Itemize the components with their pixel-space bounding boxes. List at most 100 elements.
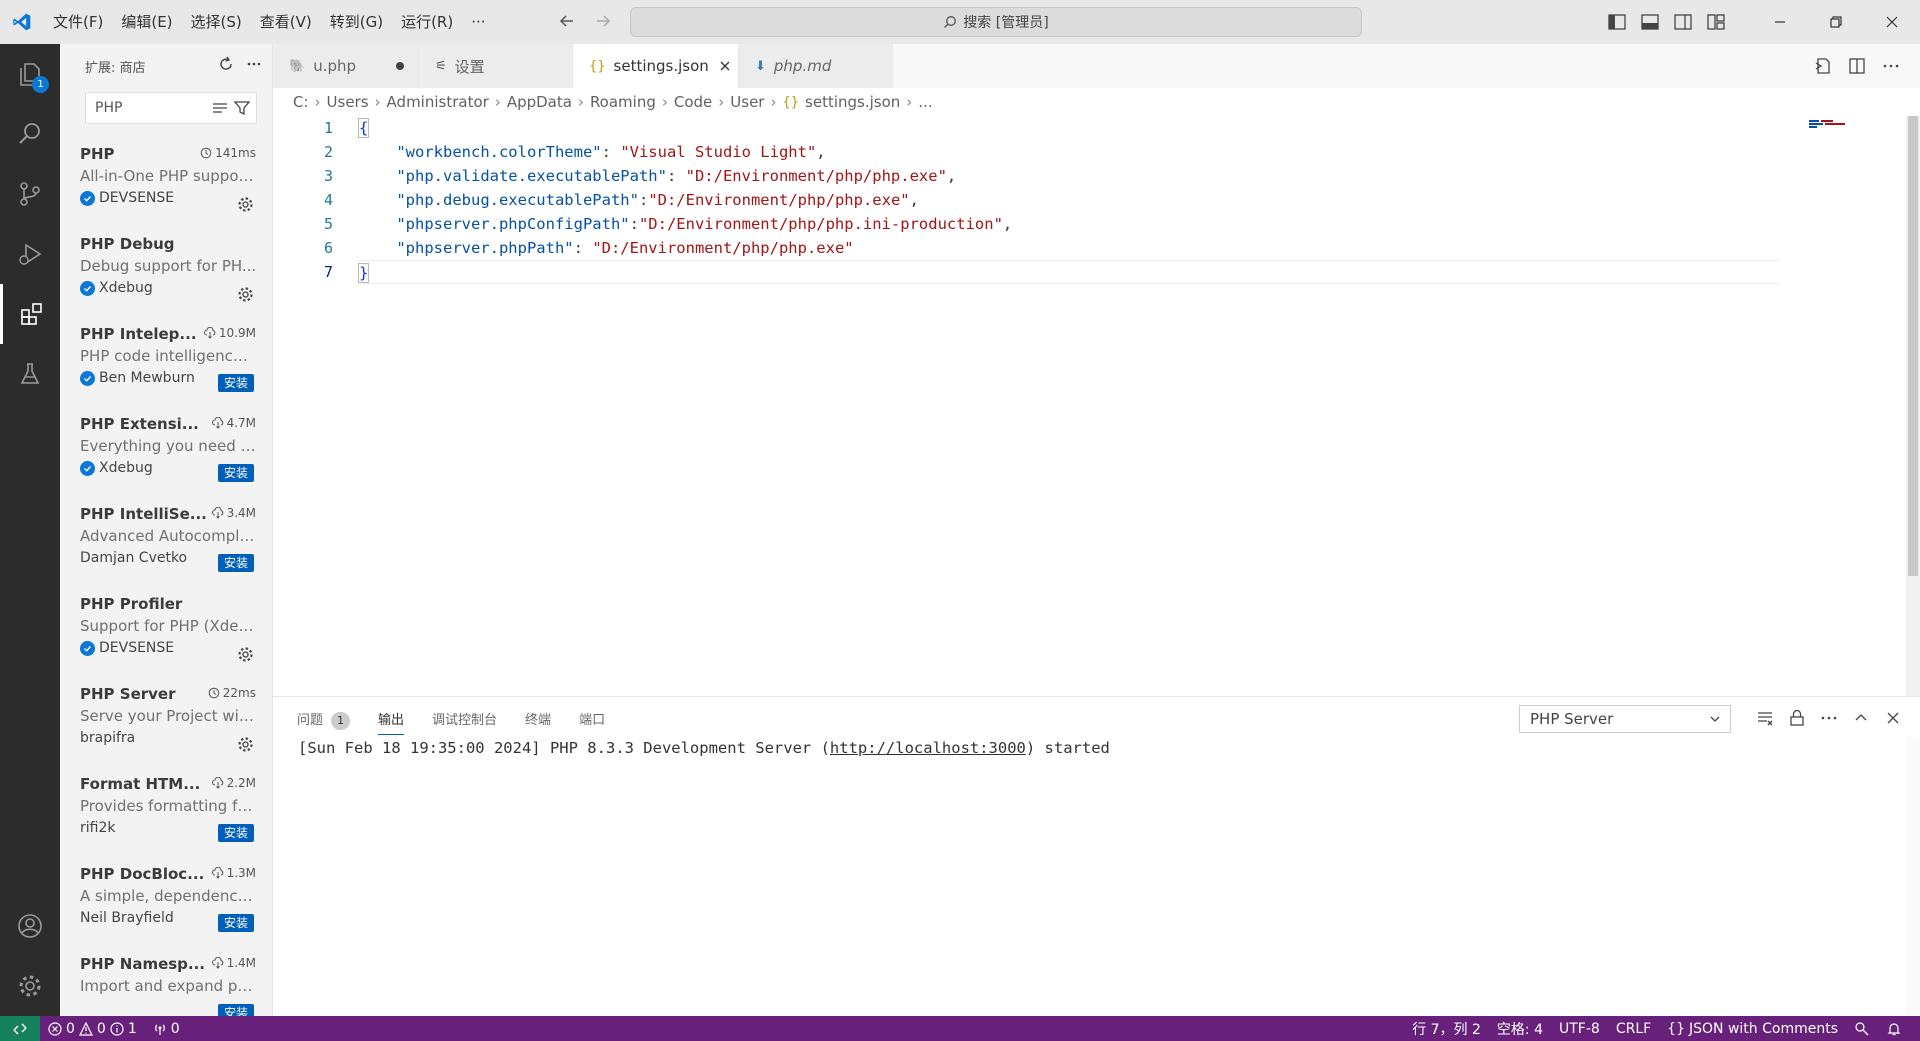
list-item[interactable]: PHP Profiler Support for PHP (Xdeb... DEVS…: [60, 590, 272, 680]
toggle-panel-icon[interactable]: [1633, 0, 1666, 44]
split-editor-icon[interactable]: [1848, 57, 1866, 75]
tab-php-md[interactable]: ⬇ php.md: [739, 44, 893, 88]
tab-ports[interactable]: 端口: [579, 707, 605, 735]
code-line[interactable]: "phpserver.phpPath": "D:/Environment/php…: [359, 236, 1779, 260]
breadcrumb-item[interactable]: AppData: [507, 93, 572, 111]
restore-icon[interactable]: [1808, 0, 1864, 44]
clear-output-icon[interactable]: [1756, 709, 1774, 727]
tab-output[interactable]: 输出: [378, 707, 405, 735]
tab-u-php[interactable]: 🐘 u.php: [273, 44, 419, 88]
breadcrumb-item[interactable]: settings.json: [805, 93, 900, 111]
maximize-panel-icon[interactable]: [1852, 709, 1870, 727]
problems-status[interactable]: 0 0 1: [40, 1016, 145, 1041]
list-item[interactable]: PHP Debug Debug support for PH... Xdebug: [60, 230, 272, 320]
tab-settings-json[interactable]: {} settings.json: [573, 44, 739, 88]
ports-status[interactable]: 0: [145, 1016, 188, 1041]
accounts-icon[interactable]: [0, 896, 60, 956]
code-line[interactable]: "phpserver.phpConfigPath":"D:/Environmen…: [359, 212, 1779, 236]
close-window-icon[interactable]: [1864, 0, 1920, 44]
extensions-icon[interactable]: [0, 284, 60, 344]
close-panel-icon[interactable]: [1884, 709, 1902, 727]
clear-results-icon[interactable]: [212, 100, 228, 116]
unsaved-dot-icon[interactable]: [396, 62, 404, 70]
output-link[interactable]: http://localhost:3000: [830, 739, 1026, 757]
filter-icon[interactable]: [234, 100, 250, 116]
notifications-bell-icon[interactable]: [1878, 1016, 1910, 1041]
more-editor-actions-icon[interactable]: [1882, 57, 1900, 75]
toggle-secondary-sidebar-icon[interactable]: [1666, 0, 1699, 44]
extension-search-input[interactable]: PHP: [85, 92, 257, 124]
list-item[interactable]: PHP 141ms All-in-One PHP suppor... DEVSENSE: [60, 140, 272, 230]
code-line[interactable]: "php.debug.executablePath":"D:/Environme…: [359, 188, 1779, 212]
list-item[interactable]: PHP Intelep... 10.9M PHP code intelligence…: [60, 320, 272, 410]
output-text[interactable]: [Sun Feb 18 19:35:00 2024] PHP 8.3.3 Dev…: [298, 739, 1110, 757]
install-button[interactable]: 安装: [217, 464, 254, 482]
list-item[interactable]: PHP IntelliSe... 3.4M Advanced Autocomple.…: [60, 500, 272, 590]
breadcrumb-item[interactable]: ...: [918, 93, 932, 111]
manage-extension-gear-icon[interactable]: [237, 736, 254, 753]
install-button[interactable]: 安装: [217, 554, 254, 572]
breadcrumb-item[interactable]: User: [730, 93, 764, 111]
minimize-icon[interactable]: [1752, 0, 1808, 44]
code-line[interactable]: "php.validate.executablePath": "D:/Envir…: [359, 164, 1779, 188]
tab-problems[interactable]: 问题 1: [297, 707, 351, 735]
breadcrumb-item[interactable]: Code: [674, 93, 712, 111]
editor-scrollbar[interactable]: [1906, 116, 1920, 696]
manage-extension-gear-icon[interactable]: [237, 286, 254, 303]
list-item[interactable]: PHP Namesp... 1.4M Import and expand ph...…: [60, 950, 272, 1016]
run-debug-icon[interactable]: [0, 224, 60, 284]
menu-go[interactable]: 转到(G): [321, 7, 392, 37]
code-line[interactable]: "workbench.colorTheme": "Visual Studio L…: [359, 140, 1779, 164]
customize-layout-icon[interactable]: [1699, 0, 1732, 44]
more-panel-actions-icon[interactable]: [1820, 709, 1838, 727]
tab-settings[interactable]: ⚟ 设置: [419, 44, 573, 88]
menu-selection[interactable]: 选择(S): [182, 7, 251, 37]
feedback-icon[interactable]: [1846, 1016, 1878, 1041]
breadcrumb-item[interactable]: Administrator: [387, 93, 489, 111]
menu-run[interactable]: 运行(R): [392, 7, 462, 37]
explorer-icon[interactable]: 1: [0, 44, 60, 104]
install-button[interactable]: 安装: [217, 1004, 254, 1016]
cursor-position[interactable]: 行 7，列 2: [1404, 1016, 1489, 1041]
forward-arrow-icon[interactable]: [592, 10, 614, 32]
menu-view[interactable]: 查看(V): [251, 7, 321, 37]
menu-more[interactable]: ···: [462, 7, 494, 37]
command-center-search[interactable]: 搜索 [管理员]: [630, 7, 1362, 37]
manage-gear-icon[interactable]: [0, 956, 60, 1016]
manage-extension-gear-icon[interactable]: [237, 196, 254, 213]
list-item[interactable]: PHP DocBloc... 1.3M A simple, dependency .…: [60, 860, 272, 950]
code-line[interactable]: {: [357, 116, 1779, 140]
output-channel-select[interactable]: PHP Server: [1519, 705, 1731, 733]
minimap[interactable]: [1793, 116, 1883, 156]
breadcrumb-item[interactable]: C:: [293, 93, 309, 111]
menu-edit[interactable]: 编辑(E): [112, 7, 181, 37]
code-lines[interactable]: { "workbench.colorTheme": "Visual Studio…: [357, 116, 1779, 284]
install-button[interactable]: 安装: [217, 374, 254, 392]
breadcrumb-item[interactable]: Roaming: [590, 93, 656, 111]
language-mode[interactable]: {} JSON with Comments: [1659, 1016, 1846, 1041]
list-item[interactable]: PHP Server 22ms Serve your Project with...…: [60, 680, 272, 770]
testing-icon[interactable]: [0, 344, 60, 404]
refresh-icon[interactable]: [218, 56, 234, 72]
menu-file[interactable]: 文件(F): [44, 7, 112, 37]
lock-scroll-icon[interactable]: [1788, 709, 1806, 727]
editor-scrollbar-thumb[interactable]: [1908, 116, 1918, 576]
code-editor[interactable]: 1 2 3 4 5 6 7 { "workbench.colorTheme": "Visua…: [273, 116, 1920, 696]
indentation[interactable]: 空格: 4: [1489, 1016, 1551, 1041]
toggle-primary-sidebar-icon[interactable]: [1600, 0, 1633, 44]
list-item[interactable]: PHP Extensi... 4.7M Everything you need fo…: [60, 410, 272, 500]
install-button[interactable]: 安装: [217, 914, 254, 932]
list-item[interactable]: Format HTM... 2.2M Provides formatting for…: [60, 770, 272, 860]
open-settings-ui-icon[interactable]: [1814, 57, 1832, 75]
remote-indicator-icon[interactable]: [0, 1016, 40, 1041]
encoding[interactable]: UTF-8: [1551, 1016, 1608, 1041]
breadcrumb-item[interactable]: Users: [327, 93, 369, 111]
close-tab-icon[interactable]: [719, 60, 731, 72]
more-actions-icon[interactable]: [246, 56, 262, 72]
tab-terminal[interactable]: 终端: [525, 707, 551, 735]
back-arrow-icon[interactable]: [556, 10, 578, 32]
code-line[interactable]: }: [357, 260, 1779, 284]
panel-scrollbar[interactable]: [1906, 737, 1920, 1017]
install-button[interactable]: 安装: [217, 824, 254, 842]
tab-debug-console[interactable]: 调试控制台: [432, 707, 497, 735]
